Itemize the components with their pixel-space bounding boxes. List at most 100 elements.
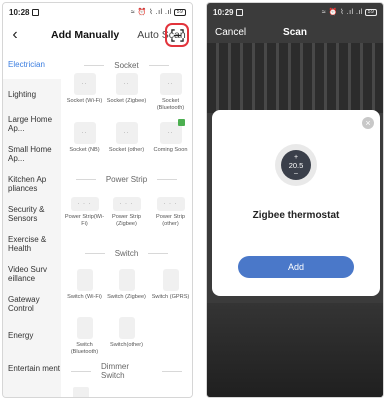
divider	[148, 252, 169, 254]
device-card-label: Socket (NB)	[69, 147, 100, 153]
scan-button[interactable]	[165, 23, 189, 47]
section-title: Power Strip	[61, 173, 192, 185]
switch-icon	[76, 317, 93, 339]
divider	[71, 370, 91, 372]
device-card[interactable]: ·· Socket (Zigbee)	[105, 73, 148, 105]
device-found-dialog: × + 20.5 – Zigbee thermostat Add	[212, 110, 380, 296]
divider	[157, 178, 178, 180]
category-sidebar: Electrician Lighting Large Home Ap... Small…	[3, 49, 61, 397]
back-arrow-icon[interactable]: ‹	[5, 26, 25, 44]
device-card-label: Power Strip (Zigbee)	[112, 214, 141, 227]
device-card[interactable]: Switch (Bluetooth)	[63, 317, 106, 356]
scan-icon	[170, 28, 184, 42]
device-card[interactable]: · · · Power Strip (Zigbee)	[105, 197, 148, 228]
device-card[interactable]: · · · Power Strip (other)	[149, 197, 192, 228]
device-card-label: Socket (Zigbee)	[106, 98, 147, 104]
coming-soon-badge-icon	[177, 119, 185, 126]
thermostat-value: 20.5	[288, 161, 304, 170]
sidebar-item[interactable]: Kitchen Ap pliances	[3, 169, 61, 199]
switch-icon	[162, 269, 179, 291]
status-bar: 10:29 ≈ ⏰ ⌇ .ıl .ıl 59	[207, 3, 383, 21]
battery-icon: 59	[365, 8, 377, 16]
sidebar-item[interactable]: Large Home Ap...	[3, 109, 61, 139]
socket-icon: ··	[159, 73, 182, 95]
device-card[interactable]: · · · Power Strip(Wi-Fi)	[63, 197, 106, 228]
socket-icon: ··	[115, 73, 138, 95]
device-card-label: Socket (Bluetooth)	[156, 98, 185, 111]
device-card-label: Switch (GPRS)	[151, 294, 190, 300]
device-card[interactable]: ·· Socket (other)	[105, 122, 148, 154]
cancel-button[interactable]: Cancel	[215, 27, 246, 38]
section-title: Dimmer Switch	[61, 362, 192, 380]
left-screen: 10:28 ≈ ⏰ ⌇ .ıl .ıl 59 ‹ Add Manually Au…	[2, 2, 193, 398]
socket-icon: ··	[115, 122, 138, 144]
status-icons: ≈ ⏰ ⌇ .ıl .ıl	[321, 9, 363, 16]
device-card-label: Switch(other)	[110, 342, 143, 348]
status-time: 10:28	[9, 7, 30, 17]
device-card-label: Socket (Wi-Fi)	[66, 98, 103, 104]
device-card[interactable]: ·· Coming Soon	[149, 119, 192, 154]
notification-icon	[32, 8, 40, 16]
section-title: Socket	[61, 59, 192, 71]
camera-background	[207, 43, 383, 113]
power-strip-icon: · · ·	[70, 197, 99, 211]
sidebar-item[interactable]: Video Surv eillance	[3, 259, 61, 289]
sidebar-item[interactable]: Energy	[3, 319, 61, 351]
device-card[interactable]: Switch(other)	[105, 317, 148, 349]
camera-background-bottom	[207, 303, 383, 397]
socket-icon: ··	[73, 73, 96, 95]
section-title-text: Dimmer Switch	[101, 362, 129, 380]
device-card-label: Switch (Bluetooth)	[70, 342, 99, 355]
battery-icon: 59	[174, 8, 186, 16]
divider	[75, 178, 96, 180]
sidebar-item[interactable]: Security & Sensors	[3, 199, 61, 229]
device-card-label: Switch (Zigbee)	[107, 294, 146, 300]
right-screen: 10:29 ≈ ⏰ ⌇ .ıl .ıl 59 Cancel Scan × + 2…	[206, 2, 384, 398]
divider	[148, 64, 169, 66]
status-time: 10:29	[213, 7, 234, 17]
thermostat-plus: +	[293, 154, 299, 161]
device-card[interactable]: Switch (GPRS)	[149, 269, 192, 301]
status-bar: 10:28 ≈ ⏰ ⌇ .ıl .ıl 59	[3, 3, 192, 21]
dimmer-switch-icon[interactable]	[73, 387, 89, 397]
tab-add-manually[interactable]: Add Manually	[51, 29, 119, 41]
socket-icon: ··	[159, 119, 185, 144]
device-card[interactable]: ·· Socket (Wi-Fi)	[63, 73, 106, 105]
sidebar-item[interactable]: Entertain ment	[3, 351, 61, 385]
section-title-text: Socket	[114, 60, 139, 70]
device-card-label: Socket (other)	[108, 147, 145, 153]
sidebar-item[interactable]: Gateway Control	[3, 289, 61, 319]
divider	[84, 64, 105, 66]
divider	[162, 370, 182, 372]
device-card[interactable]: Switch (Zigbee)	[105, 269, 148, 301]
device-card-label: Switch (Wi-Fi)	[67, 294, 102, 300]
device-card[interactable]: ·· Socket (NB)	[63, 122, 106, 154]
device-card[interactable]: Switch (Wi-Fi)	[63, 269, 106, 301]
device-card-label: Power Strip (other)	[156, 214, 185, 227]
divider	[84, 252, 105, 254]
section-title-text: Power Strip	[105, 174, 148, 184]
notification-icon	[236, 8, 244, 16]
device-card[interactable]: ·· Socket (Bluetooth)	[149, 73, 192, 112]
sidebar-item[interactable]: Lighting	[3, 79, 61, 109]
sidebar-item[interactable]: Electrician	[3, 49, 61, 79]
power-strip-icon: · · ·	[156, 197, 185, 211]
socket-icon: ··	[73, 122, 96, 144]
add-button[interactable]: Add	[238, 256, 354, 278]
sidebar-item[interactable]: Exercise & Health	[3, 229, 61, 259]
device-grid: Socket ·· Socket (Wi-Fi) ·· Socket (Zigbee) ·…	[61, 49, 192, 397]
switch-icon	[118, 317, 135, 339]
section-title-text: Switch	[114, 248, 139, 258]
close-icon[interactable]: ×	[362, 117, 374, 129]
device-name: Zigbee thermostat	[252, 210, 340, 221]
status-icons: ≈ ⏰ ⌇ .ıl .ıl	[130, 9, 172, 16]
thermostat-icon: + 20.5 –	[275, 144, 317, 186]
scan-header: Cancel Scan	[207, 21, 383, 43]
switch-icon	[76, 269, 93, 291]
section-title: Switch	[61, 247, 192, 259]
power-strip-icon: · · ·	[112, 197, 141, 211]
device-card-label: Coming Soon	[153, 147, 188, 153]
sidebar-item[interactable]: Small Home Ap...	[3, 139, 61, 169]
thermostat-minus: –	[294, 170, 298, 177]
device-card-label: Power Strip(Wi-Fi)	[64, 214, 105, 227]
